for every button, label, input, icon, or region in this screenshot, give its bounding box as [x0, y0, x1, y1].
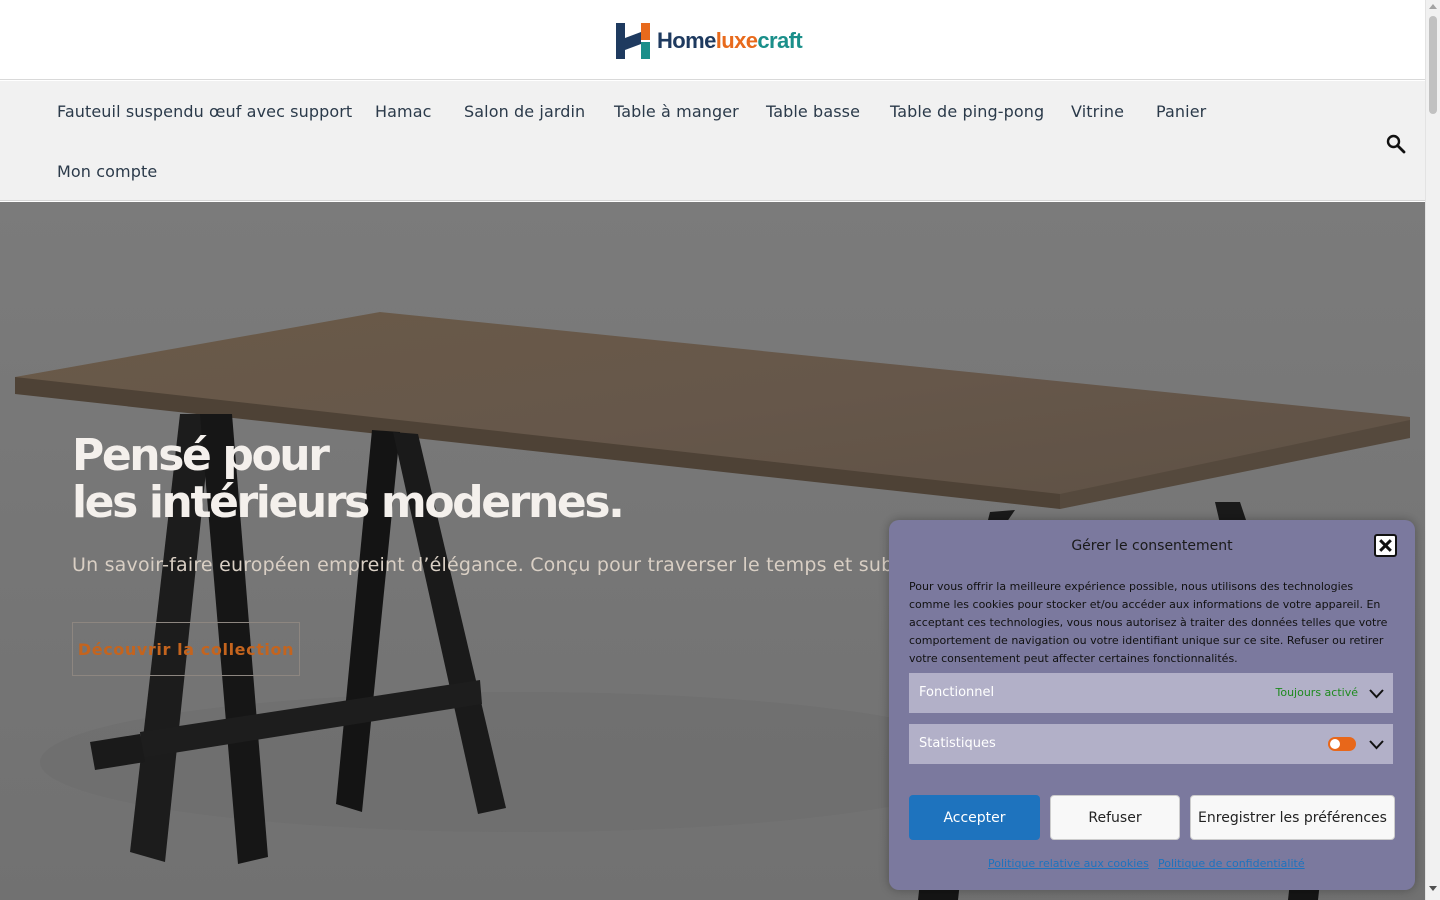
- nav-item-vitrine[interactable]: Vitrine: [1071, 102, 1124, 121]
- page-scrollbar[interactable]: [1425, 0, 1440, 900]
- site-header: Homeluxecraft: [0, 0, 1425, 80]
- toggle-knob: [1330, 739, 1340, 749]
- cookie-consent-panel: Gérer le consentement Pour vous offrir l…: [889, 520, 1415, 890]
- consent-category-functional[interactable]: Fonctionnel Toujours activé: [909, 673, 1393, 713]
- hero-title-line-2: les intérieurs modernes.: [72, 477, 625, 528]
- scroll-thumb[interactable]: [1429, 16, 1437, 114]
- hero-title-line-1: Pensé pour: [72, 430, 330, 481]
- logo-word-home: Home: [657, 28, 716, 53]
- category-status: Toujours activé: [1275, 686, 1359, 699]
- discover-collection-button[interactable]: Découvrir la collection: [72, 622, 300, 676]
- privacy-policy-link[interactable]: Politique de confidentialité: [1158, 857, 1305, 870]
- category-label: Statistiques: [919, 736, 996, 751]
- chevron-down-icon[interactable]: [1369, 737, 1384, 752]
- scroll-up-arrow-icon[interactable]: [1429, 4, 1437, 9]
- consent-title: Gérer le consentement: [1071, 538, 1233, 554]
- chevron-down-icon[interactable]: [1369, 686, 1384, 701]
- close-icon[interactable]: [1374, 534, 1397, 557]
- cookie-policy-link[interactable]: Politique relative aux cookies: [988, 857, 1149, 870]
- site-logo[interactable]: Homeluxecraft: [616, 23, 803, 59]
- logo-mark-icon: [616, 23, 650, 59]
- consent-category-statistics[interactable]: Statistiques: [909, 724, 1393, 764]
- accept-button[interactable]: Accepter: [909, 795, 1040, 840]
- nav-item-mon-compte[interactable]: Mon compte: [57, 162, 157, 181]
- statistics-toggle[interactable]: [1328, 737, 1356, 751]
- nav-item-table-basse[interactable]: Table basse: [766, 102, 860, 121]
- hero-subtitle: Un savoir-faire européen empreint d’élég…: [72, 554, 892, 576]
- deny-button[interactable]: Refuser: [1050, 795, 1180, 840]
- scroll-down-arrow-icon[interactable]: [1429, 886, 1437, 891]
- logo-word-craft: craft: [757, 28, 803, 53]
- category-label: Fonctionnel: [919, 685, 995, 700]
- nav-item-panier[interactable]: Panier: [1156, 102, 1206, 121]
- nav-item-table-de-ping-pong[interactable]: Table de ping-pong: [890, 102, 1044, 121]
- nav-item-salon-de-jardin[interactable]: Salon de jardin: [464, 102, 585, 121]
- consent-message: Pour vous offrir la meilleure expérience…: [909, 580, 1388, 665]
- logo-word-luxe: luxe: [715, 28, 758, 53]
- nav-item-table-a-manger[interactable]: Table à manger: [614, 102, 739, 121]
- logo-wordmark: Homeluxecraft: [657, 28, 803, 54]
- hero-title: Pensé pour les intérieurs modernes.: [72, 430, 625, 528]
- search-icon[interactable]: [1385, 133, 1407, 155]
- main-navigation: Fauteuil suspendu œuf avec support Hamac…: [0, 81, 1425, 201]
- save-preferences-button[interactable]: Enregistrer les préférences: [1190, 795, 1395, 840]
- nav-item-fauteuil[interactable]: Fauteuil suspendu œuf avec support: [57, 102, 352, 121]
- nav-item-hamac[interactable]: Hamac: [375, 102, 432, 121]
